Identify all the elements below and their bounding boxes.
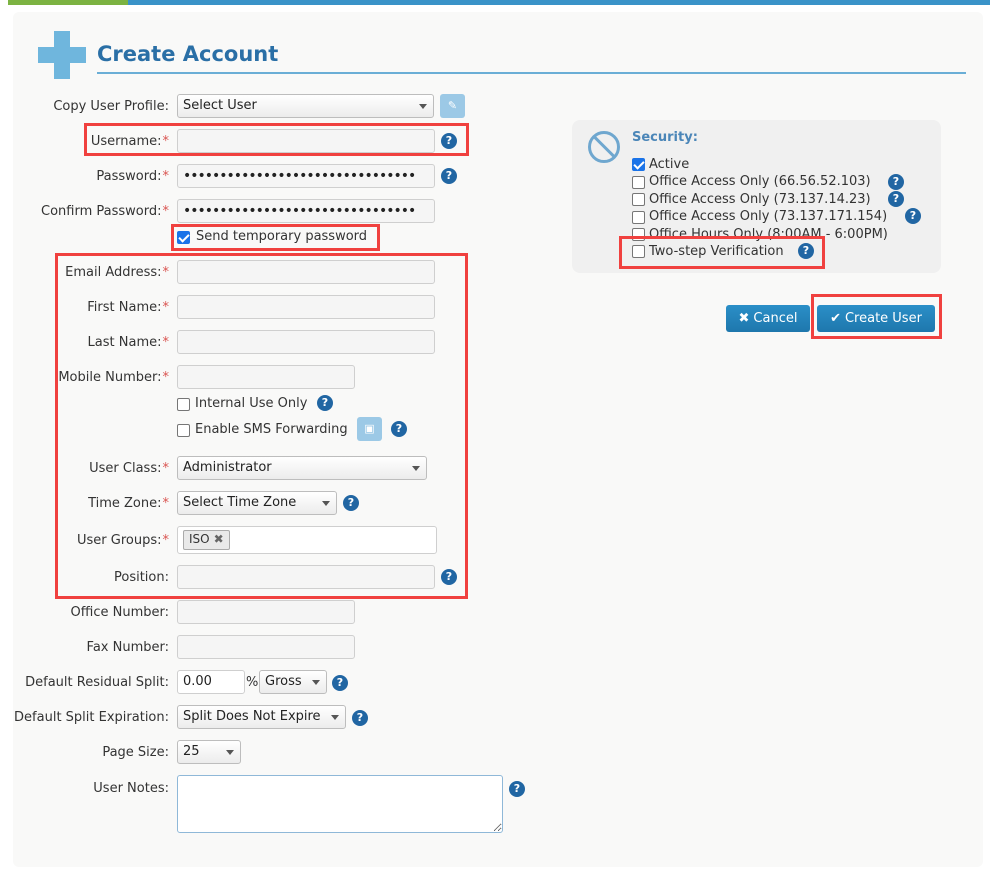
chevron-down-icon	[226, 750, 234, 755]
highlight-send-temp-password	[171, 224, 380, 251]
top-bar-accent	[8, 0, 128, 5]
security-option-label: Active	[649, 157, 690, 172]
close-icon: ✖	[738, 311, 750, 326]
security-option-label: Office Access Only (66.56.52.103)	[649, 174, 871, 189]
help-icon[interactable]: ?	[441, 168, 457, 184]
confirm-password-input[interactable]: ••••••••••••••••••••••••••••••••	[177, 199, 435, 223]
cancel-button[interactable]: ✖ Cancel	[726, 305, 810, 332]
security-title: Security:	[632, 130, 698, 145]
password-label: Password:*	[96, 169, 169, 184]
residual-split-input[interactable]: 0.00	[177, 670, 245, 694]
chevron-down-icon	[312, 680, 320, 685]
security-office-access-1-checkbox[interactable]	[632, 176, 645, 189]
chevron-down-icon	[419, 104, 427, 109]
security-option-label: Office Access Only (73.137.171.154)	[649, 209, 888, 224]
help-icon[interactable]: ?	[509, 781, 525, 797]
prohibited-icon	[588, 131, 620, 163]
title-divider	[97, 72, 966, 74]
security-option-label: Office Access Only (73.137.14.23)	[649, 192, 871, 207]
page-title: Create Account	[97, 42, 279, 66]
page-size-label: Page Size:	[102, 745, 169, 760]
residual-split-label: Default Residual Split:	[25, 675, 169, 690]
percent-unit: %	[246, 675, 259, 690]
office-number-input[interactable]	[177, 600, 355, 624]
user-notes-label: User Notes:	[93, 781, 169, 796]
help-icon[interactable]: ?	[888, 174, 904, 190]
confirm-password-label: Confirm Password:*	[41, 204, 169, 219]
copy-profile-select[interactable]: Select User	[177, 94, 434, 118]
fax-number-label: Fax Number:	[86, 640, 169, 655]
help-icon[interactable]: ?	[888, 191, 904, 207]
plus-icon-bar	[38, 47, 86, 63]
split-expiration-label: Default Split Expiration:	[14, 710, 169, 725]
help-icon[interactable]: ?	[332, 675, 348, 691]
page-size-select[interactable]: 25	[177, 740, 241, 764]
security-office-access-2-checkbox[interactable]	[632, 193, 645, 206]
residual-split-type-select[interactable]: Gross	[259, 670, 327, 694]
security-active-checkbox[interactable]	[632, 158, 645, 171]
top-bar	[128, 0, 990, 5]
chevron-down-icon	[331, 715, 339, 720]
office-number-label: Office Number:	[70, 605, 169, 620]
copy-profile-label: Copy User Profile:	[53, 99, 169, 114]
help-icon[interactable]: ?	[905, 208, 921, 224]
user-notes-textarea[interactable]	[177, 775, 503, 833]
highlight-two-step	[619, 236, 825, 269]
security-office-access-3-checkbox[interactable]	[632, 211, 645, 224]
help-icon[interactable]: ?	[352, 710, 368, 726]
split-expiration-select[interactable]: Split Does Not Expire	[177, 705, 346, 729]
fax-number-input[interactable]	[177, 635, 355, 659]
highlight-contact-fields	[55, 253, 468, 599]
highlight-username	[84, 123, 469, 156]
edit-profile-button[interactable]: ✎	[440, 94, 465, 118]
password-input[interactable]: ••••••••••••••••••••••••••••••••	[177, 164, 435, 188]
pencil-icon: ✎	[447, 99, 458, 112]
highlight-create-user	[811, 294, 942, 339]
